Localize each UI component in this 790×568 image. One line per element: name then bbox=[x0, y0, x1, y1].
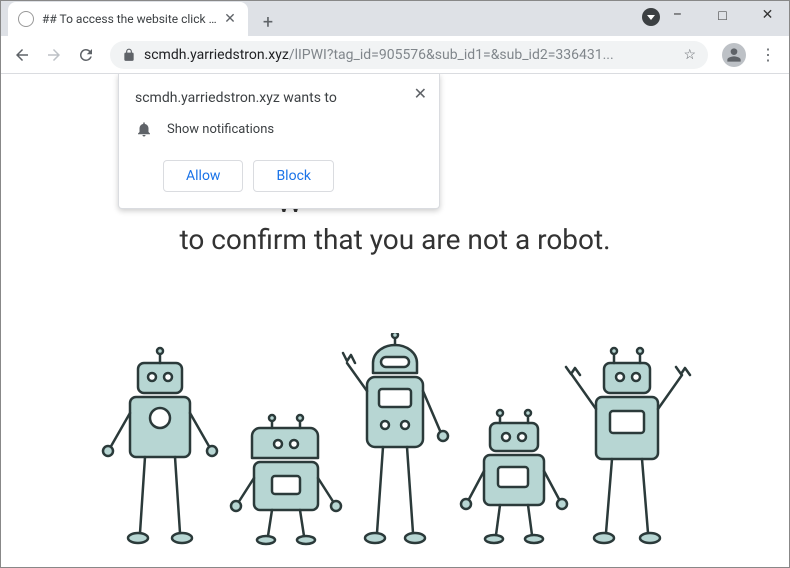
permission-allow-button[interactable]: Allow bbox=[163, 160, 243, 192]
tab-title: ## To access the website click the bbox=[42, 12, 218, 26]
permission-block-button[interactable]: Block bbox=[253, 160, 334, 192]
tab-favicon-icon bbox=[18, 11, 34, 27]
tab-close-button[interactable]: ✕ bbox=[222, 11, 238, 27]
permission-origin-text: scmdh.yarriedstron.xyz wants to bbox=[135, 90, 423, 106]
person-icon bbox=[726, 47, 742, 63]
url-path: /lIPWI?tag_id=905576&sub_id1=&sub_id2=33… bbox=[289, 47, 614, 63]
profile-button[interactable] bbox=[722, 43, 746, 67]
forward-button[interactable] bbox=[40, 41, 68, 69]
lock-icon bbox=[122, 48, 136, 62]
window-close-button[interactable]: ✕ bbox=[745, 0, 790, 30]
page-content: Click "Allow"w" to confirm that you are … bbox=[0, 74, 790, 568]
arrow-right-icon bbox=[45, 46, 63, 64]
new-tab-button[interactable]: + bbox=[254, 8, 282, 36]
bookmark-star-button[interactable]: ☆ bbox=[675, 47, 696, 63]
arrow-left-icon bbox=[13, 46, 31, 64]
window-minimize-button[interactable]: – bbox=[655, 0, 700, 30]
browser-tab[interactable]: ## To access the website click the ✕ bbox=[8, 2, 248, 36]
bell-icon bbox=[135, 120, 153, 138]
reload-icon bbox=[77, 46, 95, 64]
permission-close-button[interactable]: ✕ bbox=[414, 84, 427, 103]
page-subheading: to confirm that you are not a robot. bbox=[0, 223, 790, 256]
notification-permission-prompt: ✕ scmdh.yarriedstron.xyz wants to Show n… bbox=[118, 74, 440, 209]
reload-button[interactable] bbox=[72, 41, 100, 69]
robots-illustration bbox=[85, 333, 705, 553]
back-button[interactable] bbox=[8, 41, 36, 69]
browser-menu-button[interactable]: ⋮ bbox=[754, 41, 782, 69]
permission-request-text: Show notifications bbox=[167, 122, 274, 137]
address-bar[interactable]: scmdh.yarriedstron.xyz /lIPWI?tag_id=905… bbox=[110, 41, 708, 69]
window-maximize-button[interactable]: □ bbox=[700, 0, 745, 30]
browser-toolbar: scmdh.yarriedstron.xyz /lIPWI?tag_id=905… bbox=[0, 36, 790, 74]
url-domain: scmdh.yarriedstron.xyz bbox=[144, 47, 289, 63]
